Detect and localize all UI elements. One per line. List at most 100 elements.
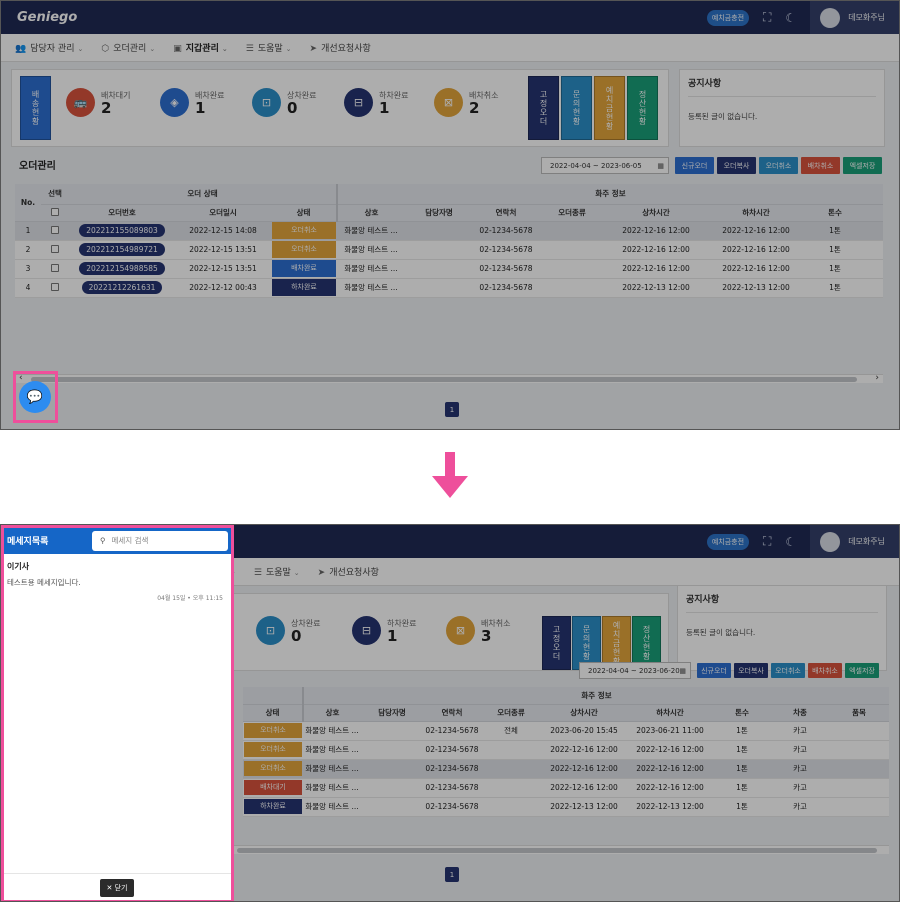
row-checkbox[interactable] [41,259,69,279]
cell-unload: 2022-12-13 12:00 [627,797,713,817]
fixed-order-button[interactable]: 고정오더 [542,616,571,670]
cell-status: 오더취소 [243,740,303,760]
table-row[interactable]: 2 202212154989721 2022-12-15 13:51 오더취소 … [15,240,883,260]
status-badge: 배차대기 [244,780,302,795]
dark-mode-icon[interactable]: ☾ [785,11,796,25]
table-row[interactable]: 오더취소 화물앙 테스트 ... 02-1234-5678 전체 2023-06… [243,721,889,741]
excel-save-button[interactable]: 엑셀저장 [845,663,879,678]
user-menu[interactable]: 데모화주님 [810,525,899,558]
chat-button[interactable]: 💬 [19,381,51,413]
menu-help[interactable]: ☰ 도움말 ⌄ [254,565,300,578]
cell-order-no[interactable]: 20221212261631 [69,278,175,298]
row-checkbox[interactable] [41,240,69,260]
message-panel-title: 메세지목록 [7,537,49,547]
excel-save-button[interactable]: 엑셀저장 [843,157,882,174]
box-icon: ⊡ [252,88,281,117]
user-name: 데모화주님 [848,13,885,22]
cell-manager [361,778,423,798]
row-checkbox[interactable] [41,221,69,241]
col-tonnage: 톤수 [805,204,865,222]
deposit-charge-button[interactable]: 예치금충전 [706,9,750,26]
calendar-icon: ▦ [657,161,664,170]
order-no-pill[interactable]: 202212154989721 [79,243,165,256]
table-row[interactable]: 3 202212154988585 2022-12-15 13:51 배차완료 … [15,259,883,279]
table-row[interactable]: 오더취소 화물앙 테스트 ... 02-1234-5678 2022-12-16… [243,740,889,760]
order-no-pill[interactable]: 20221212261631 [81,281,163,294]
scroll-left-icon[interactable]: ‹ [19,373,23,383]
copy-order-button[interactable]: 오더복사 [734,663,768,678]
new-order-button[interactable]: 신규오더 [675,157,714,174]
deposit-status-button[interactable]: 예치금현황 [594,76,625,140]
scroll-right-icon[interactable]: › [875,373,879,383]
col-contact: 연락처 [423,704,481,722]
page-1-button[interactable]: 1 [445,867,459,882]
stat-cancelled[interactable]: ⊠ 배차취소 3 [446,616,510,645]
stat-loaded[interactable]: ⊡ 상차완료 0 [256,616,320,645]
stat-dispatched[interactable]: ◈ 배차완료 1 [160,88,224,117]
fixed-order-button[interactable]: 고정오더 [528,76,559,140]
cancel-dispatch-button[interactable]: 배차취소 [801,157,840,174]
table-row[interactable]: 하차완료 화물앙 테스트 ... 02-1234-5678 2022-12-13… [243,797,889,817]
stat-cancelled[interactable]: ⊠ 배차취소 2 [434,88,498,117]
settlement-status-button[interactable]: 정산현황 [627,76,658,140]
deposit-charge-button[interactable]: 예치금충전 [706,533,750,550]
menu-orders[interactable]: ⬡ 오더관리 ⌄ [101,41,155,54]
menu-wallet[interactable]: ▣ 지갑관리 ⌄ [173,41,228,54]
cell-company: 화물앙 테스트 ... [303,721,361,741]
user-menu[interactable]: 데모화주님 [810,1,899,34]
stat-unloaded[interactable]: ⊟ 하차완료 1 [344,88,408,117]
select-all-checkbox[interactable] [41,204,69,222]
cell-contact: 02-1234-5678 [473,259,539,279]
cell-contact: 02-1234-5678 [423,778,481,798]
stat-waiting[interactable]: 🚌 배차대기 2 [66,88,130,117]
cell-manager [361,721,423,741]
menu-manager[interactable]: 👥 담당자 관리 ⌄ [15,41,83,54]
cell-type [481,740,541,760]
menu-help[interactable]: ☰ 도움말 ⌄ [246,41,292,54]
close-button[interactable]: ✕ 닫기 [99,878,135,897]
cell-type [481,797,541,817]
cancel-box-icon: ⊠ [446,616,475,645]
table-row[interactable]: 1 202212155089803 2022-12-15 14:08 오더취소 … [15,221,883,241]
date-range-input[interactable]: 2022-04-04 ~ 2023-06-20 ▦ [579,662,691,679]
cancel-order-button[interactable]: 오더취소 [771,663,805,678]
logo[interactable]: Geniego [17,10,77,25]
cell-order-no[interactable]: 202212154989721 [69,240,175,260]
row-checkbox[interactable] [41,278,69,298]
message-search-input[interactable]: ⚲ 메세지 검색 [92,530,228,551]
delivery-status-button[interactable]: 배송현황 [20,76,51,140]
table-row[interactable]: 4 20221212261631 2022-12-12 00:43 하차완료 화… [15,278,883,298]
cell-manager [361,740,423,760]
table-row[interactable]: 배차대기 화물앙 테스트 ... 02-1234-5678 2022-12-16… [243,778,889,798]
menu-improvement[interactable]: ➤ 개선요청사항 [318,565,379,578]
date-range-input[interactable]: 2022-04-04 ~ 2023-06-05 ▦ [541,157,669,174]
dark-mode-icon[interactable]: ☾ [785,535,796,549]
scroll-thumb[interactable] [237,848,877,853]
fullscreen-icon[interactable]: ⛶ [763,10,771,25]
cell-order-no[interactable]: 202212154988585 [69,259,175,279]
horizontal-scrollbar[interactable] [233,845,889,854]
cell-ton: 1톤 [805,221,865,241]
new-order-button[interactable]: 신규오더 [697,663,731,678]
scroll-thumb[interactable] [31,377,857,382]
table-row[interactable]: 오더취소 화물앙 테스트 ... 02-1234-5678 2022-12-16… [243,759,889,779]
stat-value: 2 [101,98,112,117]
stat-loaded[interactable]: ⊡ 상차완료 0 [252,88,316,117]
horizontal-scrollbar[interactable]: ‹ › [15,373,883,383]
stat-unloaded[interactable]: ⊟ 하차완료 1 [352,616,416,645]
inquiry-status-button[interactable]: 문의현황 [561,76,592,140]
cancel-dispatch-button[interactable]: 배차취소 [808,663,842,678]
col-manager: 담당자명 [405,204,473,222]
wallet-icon: ▣ [173,44,182,54]
message-item[interactable]: 이기사 테스트용 메세지입니다. 04월 15일 • 오후 11:15 [3,554,231,609]
cell-status: 오더취소 [271,221,337,241]
menu-improvement[interactable]: ➤ 개선요청사항 [310,41,371,54]
copy-order-button[interactable]: 오더복사 [717,157,756,174]
fullscreen-icon[interactable]: ⛶ [763,534,771,549]
order-no-pill[interactable]: 202212154988585 [79,262,165,275]
cell-order-no[interactable]: 202212155089803 [69,221,175,241]
order-no-pill[interactable]: 202212155089803 [79,224,165,237]
cell-contact: 02-1234-5678 [473,278,539,298]
page-1-button[interactable]: 1 [445,402,459,417]
cancel-order-button[interactable]: 오더취소 [759,157,798,174]
